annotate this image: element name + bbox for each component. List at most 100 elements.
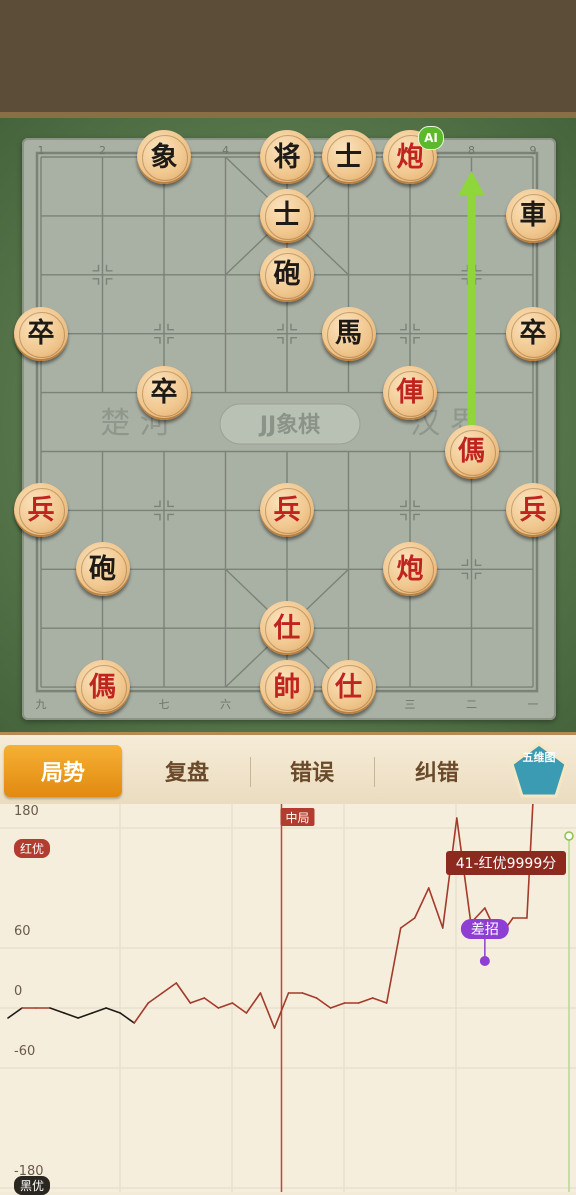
evaluation-line-segment <box>50 1008 64 1013</box>
position-mark <box>476 279 482 285</box>
piece-label: 卒 <box>28 320 55 347</box>
piece-black-chariot[interactable]: 車 <box>506 189 560 243</box>
evaluation-line-segment <box>134 1003 148 1023</box>
piece-red-soldier-1[interactable]: 兵 <box>14 483 68 537</box>
piece-label: 士 <box>274 202 301 229</box>
evaluation-line-segment <box>120 1013 134 1023</box>
position-mark <box>154 338 160 344</box>
file-number-bottom: 一 <box>528 698 539 711</box>
position-mark <box>154 500 160 506</box>
evaluation-line-segment <box>317 998 331 1008</box>
piece-red-horse-2[interactable]: 傌 <box>76 660 130 714</box>
position-mark <box>476 573 482 579</box>
piece-label: 卒 <box>520 320 547 347</box>
evaluation-line-segment <box>190 998 204 1003</box>
evaluation-line-segment <box>331 1003 345 1008</box>
position-mark <box>476 265 482 271</box>
piece-black-advisor-2[interactable]: 士 <box>260 189 314 243</box>
blunder-label: 差招 <box>471 922 499 938</box>
position-mark <box>154 324 160 330</box>
position-mark <box>462 265 468 271</box>
piece-black-soldier-1[interactable]: 卒 <box>14 307 68 361</box>
position-mark <box>168 500 174 506</box>
position-mark <box>168 338 174 344</box>
piece-red-advisor-2[interactable]: 仕 <box>322 660 376 714</box>
file-number-bottom: 三 <box>405 698 416 711</box>
piece-label: 象 <box>151 144 178 171</box>
position-mark <box>93 265 99 271</box>
evaluation-line-segment <box>429 888 443 928</box>
current-move-dot <box>565 832 573 840</box>
evaluation-line-segment <box>78 1013 92 1018</box>
piece-black-cannon-1[interactable]: 砲 <box>260 248 314 302</box>
piece-red-soldier-2[interactable]: 兵 <box>260 483 314 537</box>
position-mark <box>107 265 113 271</box>
position-mark <box>414 514 420 520</box>
tab-bar: 局势 复盘 错误 纠错 <box>0 732 576 804</box>
tab-separator <box>374 757 375 787</box>
move-arrow-head <box>459 171 485 195</box>
position-mark <box>400 338 406 344</box>
river-logo: JJ象棋 <box>258 412 320 438</box>
evaluation-line-segment <box>359 998 373 1003</box>
piece-red-soldier-3[interactable]: 兵 <box>506 483 560 537</box>
evaluation-line-segment <box>260 993 274 1028</box>
piece-black-soldier-2[interactable]: 卒 <box>506 307 560 361</box>
piece-label: 炮 <box>397 556 424 583</box>
piece-label: 俥 <box>397 379 424 406</box>
position-mark <box>400 514 406 520</box>
position-mark <box>291 338 297 344</box>
piece-label: 炮 <box>397 144 424 171</box>
position-mark <box>93 279 99 285</box>
position-mark <box>462 559 468 565</box>
position-mark <box>277 324 283 330</box>
file-number-bottom: 九 <box>36 698 47 711</box>
piece-label: 砲 <box>274 261 301 288</box>
evaluation-line-segment <box>246 993 260 1013</box>
tab-separator <box>250 757 251 787</box>
position-mark <box>414 500 420 506</box>
tab-replay[interactable]: 复盘 <box>128 745 246 797</box>
evaluation-line-segment <box>401 918 415 928</box>
tab-correct[interactable]: 纠错 <box>376 745 498 797</box>
position-mark <box>168 324 174 330</box>
evaluation-line-segment <box>176 983 190 1003</box>
file-number-top: 9 <box>530 144 537 157</box>
evaluation-line-segment <box>415 888 429 918</box>
tab-errors[interactable]: 错误 <box>252 745 372 797</box>
piece-label: 士 <box>335 144 362 171</box>
piece-black-horse[interactable]: 馬 <box>322 307 376 361</box>
file-number-top: 4 <box>222 144 229 157</box>
piece-black-cannon-2[interactable]: 砲 <box>76 542 130 596</box>
tab-situation[interactable]: 局势 <box>4 745 122 797</box>
piece-red-advisor-1[interactable]: 仕 <box>260 601 314 655</box>
piece-label: 車 <box>520 202 547 229</box>
y-tick-label: 60 <box>14 924 31 939</box>
piece-black-advisor-1[interactable]: 士 <box>322 130 376 184</box>
piece-label: 傌 <box>458 438 485 465</box>
evaluation-line-segment <box>8 1008 22 1018</box>
top-bar <box>0 0 576 118</box>
evaluation-line-segment <box>387 928 401 1003</box>
ai-badge: AI <box>418 126 444 150</box>
piece-label: 傌 <box>89 674 116 701</box>
piece-label: 兵 <box>520 497 547 524</box>
evaluation-line-segment <box>303 993 317 998</box>
piece-red-king[interactable]: 帥 <box>260 660 314 714</box>
position-mark <box>414 324 420 330</box>
piece-black-soldier-3[interactable]: 卒 <box>137 366 191 420</box>
file-number-top: 2 <box>99 144 106 157</box>
position-mark <box>400 324 406 330</box>
piece-red-elephant[interactable]: 俥 <box>383 366 437 420</box>
piece-black-elephant-1[interactable]: 象 <box>137 130 191 184</box>
file-number-top: 8 <box>468 144 475 157</box>
piece-red-horse-1[interactable]: 傌 <box>445 425 499 479</box>
red-advantage-label: 红优 <box>14 839 50 858</box>
piece-black-general[interactable]: 将 <box>260 130 314 184</box>
piece-red-cannon-2[interactable]: 炮 <box>383 542 437 596</box>
piece-label: 将 <box>274 144 301 171</box>
file-number-bottom: 七 <box>159 698 170 711</box>
y-tick-label: 0 <box>14 984 22 999</box>
piece-label: 砲 <box>89 556 116 583</box>
position-mark <box>462 279 468 285</box>
